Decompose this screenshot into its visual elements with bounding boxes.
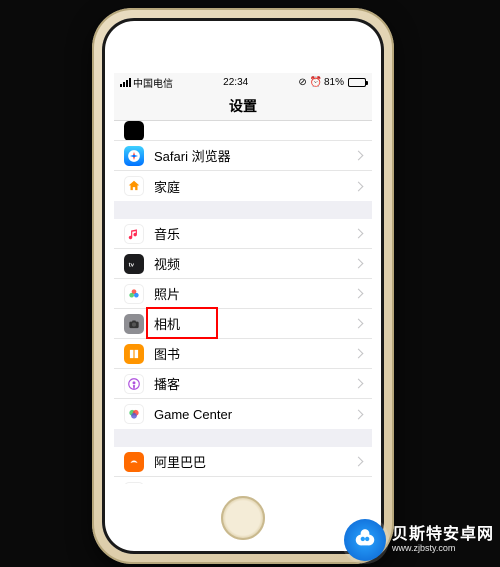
books-icon [124,344,144,364]
app-icon [124,121,144,141]
row-label: 照片 [154,284,355,303]
phone-frame: 中国电信 22:34 ⊘ ⏰ 81% 设置 [92,8,394,564]
settings-row-home[interactable]: 家庭 [114,171,372,201]
settings-row-camera[interactable]: 相机 [114,309,372,339]
chevron-right-icon [354,379,364,389]
settings-list[interactable]: Safari 浏览器 家庭 [114,121,372,484]
chevron-right-icon [354,259,364,269]
chevron-right-icon [354,289,364,299]
screen: 中国电信 22:34 ⊘ ⏰ 81% 设置 [114,73,372,484]
page-title: 设置 [229,96,257,116]
camera-icon [124,314,144,334]
alibaba-icon [124,452,144,472]
section-1: Safari 浏览器 家庭 [114,121,372,201]
nav-bar: 设置 [114,91,372,121]
settings-row-books[interactable]: 图书 [114,339,372,369]
carrier-label: 中国电信 [133,75,173,90]
watermark-logo [344,519,386,561]
row-label: 家庭 [154,177,355,196]
section-3: 阿里巴巴 百度网盘 百度 [114,447,372,484]
chevron-right-icon [354,457,364,467]
podcasts-icon [124,374,144,394]
row-label: Safari 浏览器 [154,146,355,165]
section-2: 音乐 tv 视频 照片 [114,219,372,429]
row-label: 视频 [154,254,355,273]
row-label: 图书 [154,344,355,363]
row-label: 阿里巴巴 [154,452,355,471]
chevron-right-icon [354,319,364,329]
chevron-right-icon [354,229,364,239]
home-button[interactable] [221,496,265,540]
safari-icon [124,146,144,166]
alarm-icon: ⊘ ⏰ [298,77,322,88]
settings-row-photos[interactable]: 照片 [114,279,372,309]
status-time: 22:34 [223,77,248,88]
gamecenter-icon [124,404,144,424]
row-label: 播客 [154,374,355,393]
watermark: 贝斯特安卓网 www.zjbsty.com [344,519,494,561]
settings-row-music[interactable]: 音乐 [114,219,372,249]
music-icon [124,224,144,244]
row-label: 相机 [154,314,355,333]
settings-row[interactable] [114,121,372,141]
settings-row-tv[interactable]: tv 视频 [114,249,372,279]
svg-text:tv: tv [129,262,135,268]
settings-row-podcasts[interactable]: 播客 [114,369,372,399]
battery-icon [346,78,366,87]
battery-pct: 81% [324,77,344,88]
row-label: 百度网盘 [154,482,355,484]
status-bar: 中国电信 22:34 ⊘ ⏰ 81% [114,73,372,91]
photos-icon [124,284,144,304]
row-label: Game Center [154,407,355,422]
chevron-right-icon [354,181,364,191]
settings-row-baidupan[interactable]: 百度网盘 [114,477,372,484]
signal-icon [120,78,131,87]
tv-icon: tv [124,254,144,274]
row-label: 音乐 [154,224,355,243]
chevron-right-icon [354,349,364,359]
watermark-title: 贝斯特安卓网 [392,526,494,544]
chevron-right-icon [354,409,364,419]
home-icon [124,176,144,196]
settings-row-alibaba[interactable]: 阿里巴巴 [114,447,372,477]
settings-row-gamecenter[interactable]: Game Center [114,399,372,429]
baidupan-icon [124,482,144,485]
settings-row-safari[interactable]: Safari 浏览器 [114,141,372,171]
watermark-url: www.zjbsty.com [392,544,494,554]
chevron-right-icon [354,151,364,161]
